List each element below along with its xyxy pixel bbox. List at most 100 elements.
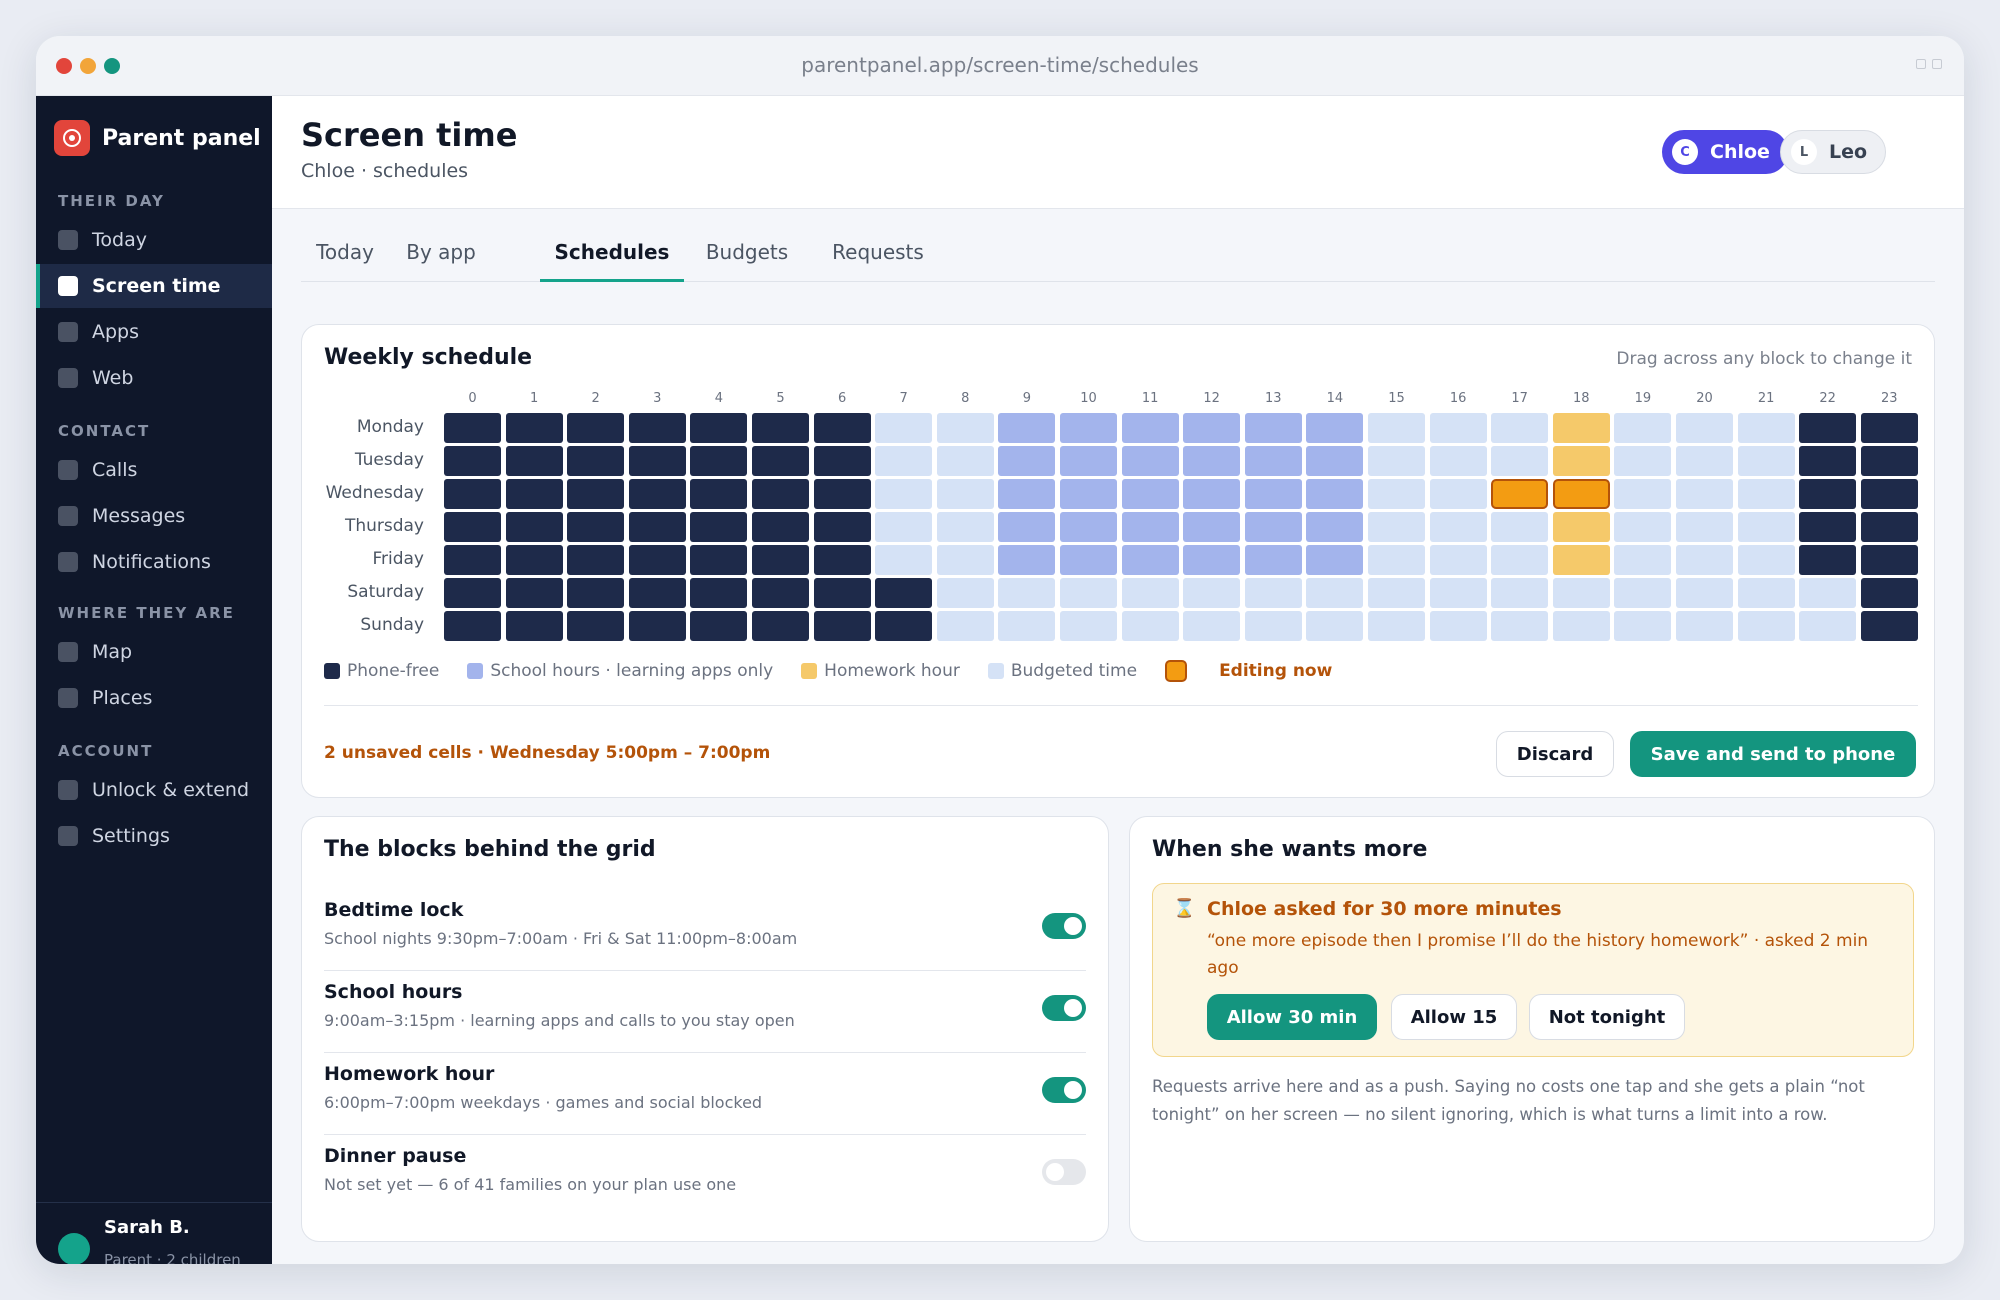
schedule-cell[interactable] <box>567 446 625 476</box>
schedule-cell[interactable] <box>1244 545 1302 575</box>
schedule-cell[interactable] <box>567 578 625 608</box>
schedule-cell[interactable] <box>1491 512 1549 542</box>
allow-30-button[interactable]: Allow 30 min <box>1207 994 1377 1040</box>
sidebar-item-messages[interactable]: Messages <box>36 494 272 538</box>
schedule-cell[interactable] <box>1121 611 1179 641</box>
schedule-cell[interactable] <box>936 413 994 443</box>
schedule-cell[interactable] <box>813 413 871 443</box>
schedule-cell[interactable] <box>1860 446 1918 476</box>
schedule-cell[interactable] <box>1121 446 1179 476</box>
sidebar-item-today[interactable]: Today <box>36 218 272 262</box>
schedule-cell[interactable] <box>1737 479 1795 509</box>
tab-requests[interactable]: Requests <box>810 226 946 282</box>
schedule-cell[interactable] <box>998 611 1056 641</box>
schedule-cell[interactable] <box>1860 512 1918 542</box>
sidebar-item-apps[interactable]: Apps <box>36 310 272 354</box>
schedule-cell[interactable] <box>1676 545 1733 575</box>
schedule-cell[interactable] <box>875 413 933 443</box>
schedule-cell[interactable] <box>628 446 686 476</box>
schedule-cell[interactable] <box>752 479 809 509</box>
schedule-cell[interactable] <box>628 545 686 575</box>
schedule-cell[interactable] <box>1121 545 1179 575</box>
schedule-cell[interactable] <box>690 413 748 443</box>
schedule-cell[interactable] <box>1429 413 1487 443</box>
schedule-cell[interactable] <box>1799 446 1857 476</box>
schedule-cell[interactable] <box>998 545 1056 575</box>
schedule-cell[interactable] <box>1183 512 1241 542</box>
schedule-cell[interactable] <box>1737 578 1795 608</box>
schedule-cell[interactable] <box>1429 611 1487 641</box>
schedule-cell[interactable] <box>1368 413 1425 443</box>
schedule-cell[interactable] <box>1183 479 1241 509</box>
schedule-cell[interactable] <box>567 479 625 509</box>
schedule-cell[interactable] <box>1306 413 1364 443</box>
schedule-cell[interactable] <box>936 446 994 476</box>
schedule-cell[interactable] <box>1737 512 1795 542</box>
schedule-cell[interactable] <box>1060 611 1117 641</box>
window-control-icon[interactable] <box>1916 59 1926 69</box>
tab-today[interactable]: Today <box>301 226 389 282</box>
schedule-cell[interactable] <box>1060 512 1117 542</box>
schedule-cell[interactable] <box>1183 578 1241 608</box>
schedule-cell[interactable] <box>1183 413 1241 443</box>
brand[interactable]: Parent panel <box>54 120 261 156</box>
schedule-cell[interactable] <box>875 578 933 608</box>
schedule-cell[interactable] <box>1799 512 1857 542</box>
sidebar-item-settings[interactable]: Settings <box>36 814 272 858</box>
schedule-cell[interactable] <box>752 611 809 641</box>
schedule-cell[interactable] <box>998 446 1056 476</box>
schedule-cell[interactable] <box>444 446 501 476</box>
schedule-cell[interactable] <box>1306 545 1364 575</box>
schedule-cell[interactable] <box>1676 413 1733 443</box>
schedule-cell[interactable] <box>1244 611 1302 641</box>
schedule-cell[interactable] <box>628 512 686 542</box>
schedule-cell[interactable] <box>1060 446 1117 476</box>
schedule-cell[interactable] <box>1614 446 1672 476</box>
schedule-cell[interactable] <box>1552 479 1610 509</box>
schedule-cell[interactable] <box>690 611 748 641</box>
sidebar-item-calls[interactable]: Calls <box>36 448 272 492</box>
schedule-cell[interactable] <box>1614 479 1672 509</box>
schedule-cell[interactable] <box>1244 512 1302 542</box>
sidebar-item-places[interactable]: Places <box>36 676 272 720</box>
schedule-cell[interactable] <box>628 611 686 641</box>
schedule-cell[interactable] <box>1552 413 1610 443</box>
schedule-cell[interactable] <box>1244 479 1302 509</box>
schedule-cell[interactable] <box>505 545 563 575</box>
schedule-cell[interactable] <box>1306 479 1364 509</box>
schedule-cell[interactable] <box>1244 578 1302 608</box>
schedule-cell[interactable] <box>1799 578 1857 608</box>
sidebar-item-notifications[interactable]: Notifications <box>36 540 272 584</box>
schedule-cell[interactable] <box>936 512 994 542</box>
schedule-cell[interactable] <box>1799 413 1857 443</box>
schedule-cell[interactable] <box>752 413 809 443</box>
schedule-cell[interactable] <box>1306 512 1364 542</box>
schedule-cell[interactable] <box>813 479 871 509</box>
schedule-cell[interactable] <box>1552 446 1610 476</box>
sidebar-item-unlock-extend[interactable]: Unlock & extend <box>36 768 272 812</box>
schedule-cell[interactable] <box>936 611 994 641</box>
schedule-cell[interactable] <box>1368 512 1425 542</box>
schedule-cell[interactable] <box>1552 611 1610 641</box>
schedule-cell[interactable] <box>1306 446 1364 476</box>
schedule-cell[interactable] <box>813 512 871 542</box>
discard-button[interactable]: Discard <box>1496 731 1614 777</box>
schedule-cell[interactable] <box>1552 578 1610 608</box>
schedule-cell[interactable] <box>1860 545 1918 575</box>
schedule-cell[interactable] <box>1306 611 1364 641</box>
schedule-cell[interactable] <box>1491 446 1549 476</box>
schedule-cell[interactable] <box>1860 611 1918 641</box>
schedule-cell[interactable] <box>1491 611 1549 641</box>
schedule-cell[interactable] <box>505 611 563 641</box>
save-and-send-button[interactable]: Save and send to phone <box>1630 731 1916 777</box>
schedule-cell[interactable] <box>690 446 748 476</box>
schedule-cell[interactable] <box>505 512 563 542</box>
bedtime-lock-toggle[interactable] <box>1042 913 1086 939</box>
schedule-cell[interactable] <box>1429 578 1487 608</box>
schedule-cell[interactable] <box>1429 545 1487 575</box>
schedule-cell[interactable] <box>505 413 563 443</box>
child-chip-leo[interactable]: L Leo <box>1780 130 1887 174</box>
schedule-cell[interactable] <box>690 578 748 608</box>
schedule-cell[interactable] <box>1244 446 1302 476</box>
schedule-cell[interactable] <box>1860 413 1918 443</box>
